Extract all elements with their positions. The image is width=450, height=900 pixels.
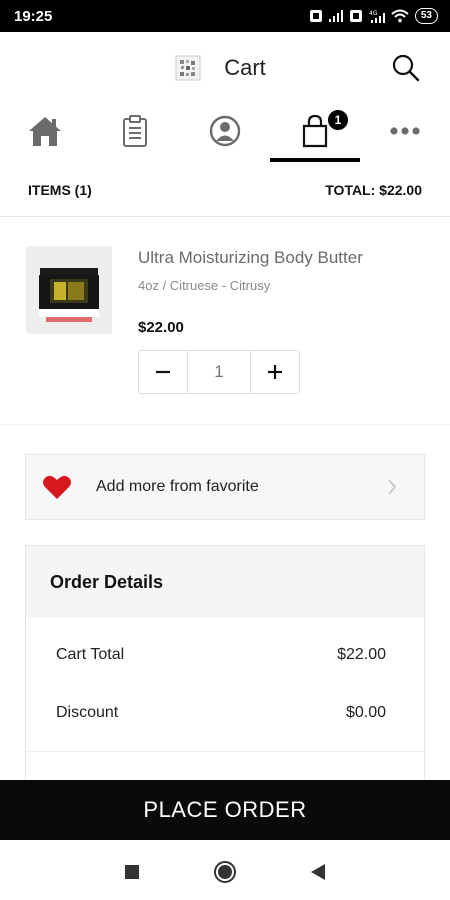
order-details-title: Order Details bbox=[26, 546, 424, 618]
wifi-icon bbox=[391, 9, 409, 23]
clipboard-icon bbox=[123, 115, 147, 147]
chevron-right-icon bbox=[388, 479, 397, 495]
add-from-favorite-label: Add more from favorite bbox=[96, 478, 259, 495]
battery-icon: 53 bbox=[414, 8, 438, 24]
sim-icon bbox=[349, 10, 362, 22]
divider bbox=[26, 751, 424, 752]
sim-icon bbox=[309, 10, 322, 22]
store-logo-icon bbox=[175, 55, 201, 81]
home-icon bbox=[29, 117, 61, 146]
app-header: Cart bbox=[0, 32, 450, 104]
signal-icon bbox=[328, 10, 343, 22]
home-button[interactable] bbox=[213, 860, 237, 884]
order-line-value: $22.00 bbox=[337, 646, 386, 663]
minus-icon bbox=[156, 370, 170, 374]
cart-total: TOTAL: $22.00 bbox=[325, 182, 422, 198]
order-line-cart-total: Cart Total $22.00 bbox=[56, 646, 386, 664]
add-from-favorite-row[interactable]: Add more from favorite bbox=[25, 454, 425, 520]
page-title: Cart bbox=[224, 55, 266, 80]
tab-bar bbox=[0, 104, 450, 164]
quantity-stepper: 1 bbox=[138, 350, 300, 394]
status-icons: 4G 53 bbox=[309, 8, 438, 24]
order-line-label: Discount bbox=[56, 704, 119, 721]
status-bar: 19:25 4G 53 bbox=[0, 0, 450, 32]
quantity-value[interactable]: 1 bbox=[187, 351, 251, 393]
tab-orders[interactable] bbox=[90, 104, 180, 164]
decrease-quantity-button[interactable] bbox=[139, 351, 187, 393]
product-variant: 4oz / Citruese - Citrusy bbox=[138, 278, 271, 293]
order-details-card: Order Details Cart Total $22.00 Discount… bbox=[25, 545, 425, 795]
system-nav-bar bbox=[0, 840, 450, 900]
place-order-button[interactable]: PLACE ORDER bbox=[0, 780, 450, 840]
items-count: ITEMS (1) bbox=[28, 182, 92, 198]
product-price: $22.00 bbox=[138, 319, 184, 336]
recents-button[interactable] bbox=[120, 860, 144, 884]
plus-icon bbox=[268, 365, 282, 379]
user-icon bbox=[209, 115, 241, 147]
search-icon[interactable] bbox=[390, 52, 422, 84]
tab-home[interactable] bbox=[0, 104, 90, 164]
cart-count-badge: 1 bbox=[326, 108, 350, 132]
cart-summary: ITEMS (1) TOTAL: $22.00 bbox=[0, 170, 450, 210]
recents-square-icon bbox=[125, 865, 139, 879]
product-jar-image bbox=[26, 246, 112, 334]
product-name[interactable]: Ultra Moisturizing Body Butter bbox=[138, 248, 363, 268]
order-line-discount: Discount $0.00 bbox=[56, 704, 386, 722]
product-image[interactable] bbox=[26, 246, 112, 334]
divider bbox=[0, 424, 450, 425]
tab-active-indicator bbox=[270, 158, 360, 162]
heart-icon bbox=[43, 475, 71, 499]
order-line-label: Cart Total bbox=[56, 646, 125, 663]
tab-account[interactable] bbox=[180, 104, 270, 164]
back-button[interactable] bbox=[306, 860, 330, 884]
tab-more[interactable] bbox=[360, 104, 450, 164]
home-circle-icon bbox=[214, 861, 236, 883]
svg-text:4G: 4G bbox=[369, 10, 378, 17]
divider bbox=[0, 216, 450, 217]
signal-4g-icon: 4G bbox=[369, 10, 385, 23]
increase-quantity-button[interactable] bbox=[251, 351, 299, 393]
status-time: 19:25 bbox=[14, 7, 53, 25]
order-line-value: $0.00 bbox=[345, 704, 386, 721]
back-triangle-icon bbox=[311, 864, 325, 880]
more-icon bbox=[390, 127, 420, 135]
